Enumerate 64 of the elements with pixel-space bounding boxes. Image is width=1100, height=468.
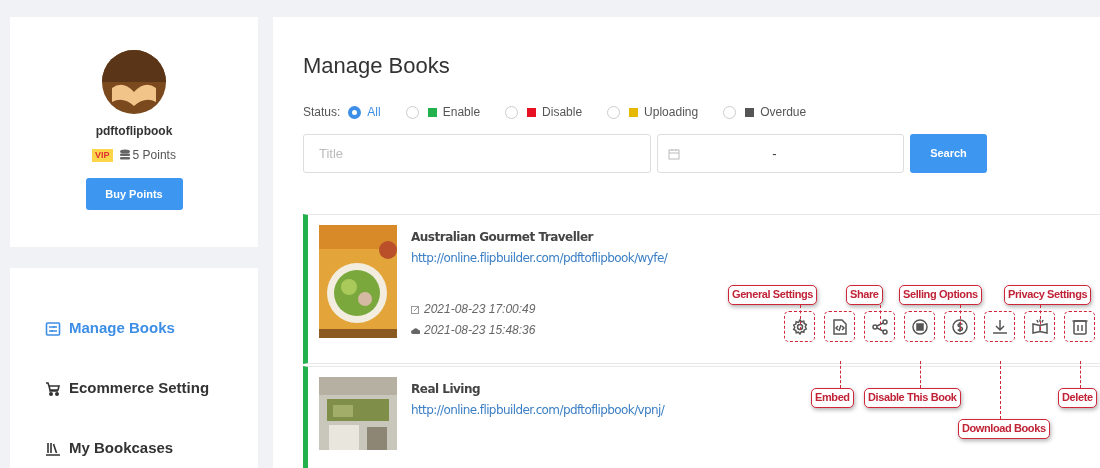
date-range-field[interactable]: - xyxy=(657,134,904,173)
calendar-icon xyxy=(668,147,680,160)
stop-icon xyxy=(910,317,929,336)
leader-line xyxy=(920,361,921,388)
status-radio[interactable]: All xyxy=(348,103,381,121)
action-button[interactable] xyxy=(1064,311,1095,342)
callout-label: Embed xyxy=(811,388,854,408)
status-swatch xyxy=(745,107,755,117)
points-label: 5 Points xyxy=(132,147,176,164)
trash-icon xyxy=(1070,317,1089,336)
book-title: Real Living xyxy=(411,381,482,398)
action-button[interactable] xyxy=(864,311,895,342)
status-radio[interactable]: Uploading xyxy=(607,103,699,121)
callout-label: Disable This Book xyxy=(864,388,961,408)
username: pdftoflipbook xyxy=(95,123,173,140)
status-swatch xyxy=(629,107,639,117)
edit-icon xyxy=(411,304,420,314)
leader-line xyxy=(1080,361,1081,388)
status-radio[interactable]: Enable xyxy=(405,103,481,121)
action-button[interactable] xyxy=(784,311,815,342)
callout-label: Selling Options xyxy=(899,285,982,305)
leader-line xyxy=(880,305,881,330)
download-icon xyxy=(990,317,1009,336)
book-link[interactable]: http://online.flipbuilder.com/pdftoflipbook/vpnj/ xyxy=(411,401,665,419)
edited-time: 2021-08-23 17:00:49 xyxy=(424,301,536,318)
action-button[interactable] xyxy=(824,311,855,342)
share-icon xyxy=(870,317,889,336)
list-icon xyxy=(45,320,61,337)
dollar-icon xyxy=(950,317,969,336)
leader-line xyxy=(1000,361,1001,419)
status-swatch xyxy=(427,107,437,117)
callout-label: General Settings xyxy=(728,285,817,305)
vip-badge: VIP xyxy=(92,148,113,162)
status-radio[interactable]: Overdue xyxy=(723,103,807,121)
leader-line xyxy=(800,305,801,330)
action-button[interactable] xyxy=(944,311,975,342)
cloud-upload-icon xyxy=(411,325,420,335)
status-radio[interactable]: Disable xyxy=(505,103,583,121)
title-field[interactable]: Title xyxy=(303,134,651,173)
page-title: Manage Books xyxy=(303,52,451,80)
action-button[interactable] xyxy=(1024,311,1055,342)
leader-line xyxy=(840,361,841,388)
leader-line xyxy=(960,305,961,330)
coins-icon xyxy=(118,149,131,161)
book-link[interactable]: http://online.flipbuilder.com/pdftoflipbook/wyfe/ xyxy=(411,249,668,267)
callout-label: Share xyxy=(846,285,883,305)
action-button[interactable] xyxy=(904,311,935,342)
nav-item[interactable]: Ecommerce Setting xyxy=(45,378,258,399)
code-file-icon xyxy=(830,317,849,336)
callout-label: Download Books xyxy=(958,419,1050,439)
leader-line xyxy=(1040,305,1041,330)
settings-icon xyxy=(790,317,809,336)
avatar xyxy=(102,50,166,114)
callout-label: Delete xyxy=(1058,388,1097,408)
book-title: Australian Gourmet Traveller xyxy=(411,229,595,246)
bookshelf-icon xyxy=(45,440,61,457)
cart-icon xyxy=(45,380,61,397)
status-label: Status: xyxy=(303,104,341,121)
nav-item[interactable]: My Bookcases xyxy=(45,438,258,459)
action-button[interactable] xyxy=(984,311,1015,342)
uploaded-time: 2021-08-23 15:48:36 xyxy=(424,322,536,339)
status-swatch xyxy=(527,107,537,117)
open-book-icon xyxy=(1030,317,1049,336)
callout-label: Privacy Settings xyxy=(1004,285,1092,305)
